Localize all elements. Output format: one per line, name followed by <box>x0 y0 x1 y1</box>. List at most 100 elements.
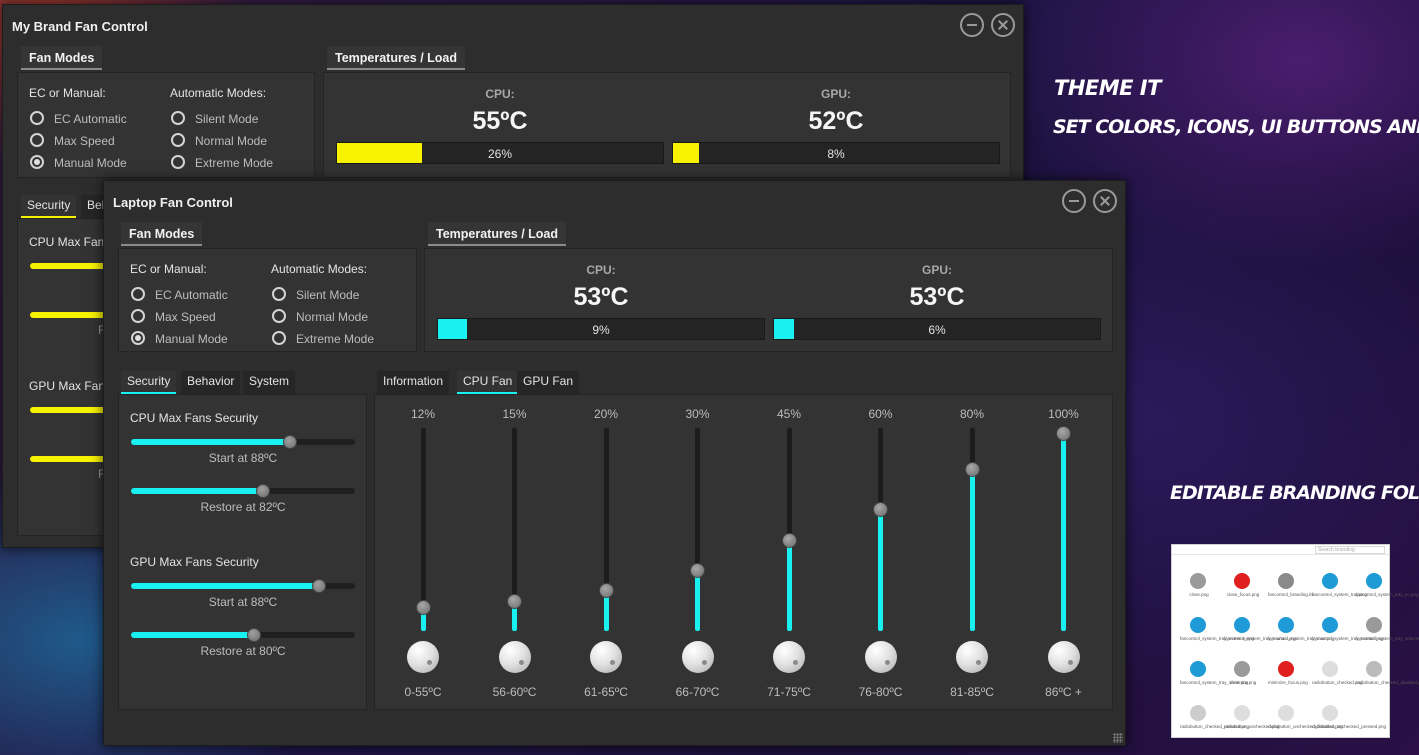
back-minimize-button[interactable] <box>960 13 984 37</box>
front-cpu-security-label: CPU Max Fans Security <box>130 411 259 425</box>
back-radio-ec-1[interactable] <box>30 133 44 147</box>
front-gpu-start-knob[interactable] <box>312 579 326 593</box>
fan-point-slider-3[interactable] <box>690 428 705 631</box>
front-cpu-restore-knob[interactable] <box>256 484 270 498</box>
fan-point-slider-1[interactable] <box>507 428 522 631</box>
fan-point-dial-0[interactable] <box>407 641 439 673</box>
fan-point-slider-6[interactable] <box>964 428 980 631</box>
file-name-12[interactable]: minimize_focus.png <box>1268 680 1308 685</box>
back-radio-auto-2[interactable] <box>171 155 185 169</box>
max-badge-icon <box>1278 617 1294 633</box>
front-radio-ec-1[interactable] <box>131 309 145 323</box>
front-radio-auto-label-0: Silent Mode <box>296 288 360 302</box>
file-name-3[interactable]: fancontrol_system_tray.png <box>1312 592 1367 597</box>
front-radio-ec-2[interactable] <box>131 331 145 345</box>
file-name-7[interactable]: fancontrol_system_tray_max.png <box>1268 636 1334 641</box>
front-titlebar[interactable]: Laptop Fan Control <box>104 181 1125 217</box>
file-name-0[interactable]: close.png <box>1180 592 1218 597</box>
fan-point-knob-4[interactable] <box>781 533 797 548</box>
fan-point-dial-7[interactable] <box>1047 641 1080 673</box>
back-radio-ec-0[interactable] <box>30 111 44 125</box>
front-radio-auto-2[interactable] <box>272 331 286 345</box>
fan-point-dial-1[interactable] <box>498 641 531 673</box>
front-cpu-restore-slider[interactable] <box>131 484 355 498</box>
front-radio-auto-1[interactable] <box>272 309 286 323</box>
front-tab-information[interactable]: Information <box>377 371 450 394</box>
file-name-4[interactable]: fancontrol_system_tray_ec.png <box>1356 592 1419 597</box>
file-name-8[interactable]: fancontrol_system_tray_normal.png <box>1312 636 1384 641</box>
front-minimize-button[interactable] <box>1062 189 1086 213</box>
back-close-button[interactable] <box>991 13 1015 37</box>
fan-point-fill-3 <box>695 570 700 631</box>
front-gpu-restore-knob[interactable] <box>247 628 261 642</box>
fan-point-knob-7[interactable] <box>1056 426 1071 441</box>
front-tab-security[interactable]: Security <box>121 371 177 394</box>
file-name-2[interactable]: fancontrol_branding.ini <box>1268 592 1314 597</box>
front-tab-gpu-fan[interactable]: GPU Fan <box>517 371 580 394</box>
fan-point-knob-5[interactable] <box>873 502 888 517</box>
fan-point-percent-6: 80% <box>959 407 985 421</box>
front-cpu-restore-fill <box>131 488 263 494</box>
front-radio-auto-0[interactable] <box>272 287 286 301</box>
file-name-14[interactable]: radiobutton_checked_disabled.png <box>1356 680 1419 685</box>
fan-point-dial-2[interactable] <box>590 641 622 673</box>
file-name-16[interactable]: radiobutton_unchecked.png <box>1224 724 1280 729</box>
fan-point-fill-5 <box>878 509 883 631</box>
back-gpu-temp: 52ºC <box>808 107 864 135</box>
fan-point-dial-3[interactable] <box>681 641 714 673</box>
fan-point-percent-3: 30% <box>685 407 710 421</box>
front-cpu-start-slider[interactable] <box>131 435 355 449</box>
file-name-1[interactable]: close_focus.png <box>1224 592 1262 597</box>
front-tab-behavior[interactable]: Behavior <box>181 371 241 394</box>
file-name-15[interactable]: radiobutton_checked_pressed.png <box>1180 724 1249 729</box>
file-name-17[interactable]: radiobutton_unchecked_disabled.png <box>1268 724 1343 729</box>
front-cpu-start-knob[interactable] <box>283 435 297 449</box>
fan-point-dial-6[interactable] <box>956 641 988 673</box>
fan-point-dial-5[interactable] <box>864 641 897 673</box>
fan-point-knob-3[interactable] <box>690 563 705 578</box>
fan-point-slider-4[interactable] <box>781 428 797 631</box>
file-name-18[interactable]: radiobutton_unchecked_pressed.png <box>1312 724 1386 729</box>
fan-point-slider-0[interactable] <box>415 428 431 631</box>
radio-dot-icon <box>1190 705 1206 721</box>
back-gpu-load-bar: 8% <box>672 142 1000 164</box>
explorer-search-input[interactable]: Search branding <box>1315 546 1385 554</box>
file-name-13[interactable]: radiobutton_checked.png <box>1312 680 1363 685</box>
fan-point-knob-2[interactable] <box>598 583 614 598</box>
fan-point-knob-1[interactable] <box>507 594 522 609</box>
front-gpu-load-text: 6% <box>928 323 946 337</box>
front-cpu-fan-panel: 12% 0-55ºC 15% 56-60ºC 20% 61-65ºC 30% 66-70ºC 4… <box>374 394 1113 710</box>
back-cpu-security-label: CPU Max Fans <box>29 235 111 249</box>
fan-point-range-5: 76-80ºC <box>858 685 903 699</box>
back-tab-security[interactable]: Security <box>21 195 77 218</box>
fan-point-slider-2[interactable] <box>598 428 614 631</box>
front-close-button[interactable] <box>1093 189 1117 213</box>
file-name-10[interactable]: fancontrol_system_tray_silent.png <box>1180 680 1248 685</box>
front-radio-ec-0[interactable] <box>131 287 145 301</box>
settings-file-icon <box>1278 573 1294 589</box>
fan-point-knob-0[interactable] <box>415 600 431 615</box>
file-name-6[interactable]: fancontrol_system_tray_manual.png <box>1224 636 1297 641</box>
file-name-5[interactable]: fancontrol_system_tray_extreme.png <box>1180 636 1254 641</box>
promo-theme-it: THEME IT <box>1054 76 1161 100</box>
fan-point-dial-4[interactable] <box>773 641 805 673</box>
back-radio-auto-1[interactable] <box>171 133 185 147</box>
front-tab-cpu-fan[interactable]: CPU Fan <box>457 371 519 394</box>
front-window-title: Laptop Fan Control <box>113 195 233 210</box>
resize-grip[interactable] <box>1113 733 1123 743</box>
explorer-toolbar: Search branding <box>1172 545 1389 555</box>
fan-point-fill-4 <box>786 540 792 631</box>
promo-branding-folder: EDITABLE BRANDING FOLDER <box>1170 482 1419 504</box>
fan-point-slider-5[interactable] <box>873 428 888 631</box>
file-name-9[interactable]: fancontrol_system_tray_selected.png <box>1356 636 1419 641</box>
fan-point-slider-7[interactable] <box>1056 426 1071 631</box>
file-name-11[interactable]: minimize.png <box>1224 680 1262 685</box>
back-titlebar[interactable]: My Brand Fan Control <box>3 5 1023 41</box>
back-radio-auto-0[interactable] <box>171 111 185 125</box>
s-badge-icon <box>1190 661 1206 677</box>
front-gpu-restore-slider[interactable] <box>131 628 355 642</box>
back-radio-ec-2[interactable] <box>30 155 44 169</box>
front-tab-system[interactable]: System <box>243 371 296 394</box>
front-gpu-start-slider[interactable] <box>131 579 355 593</box>
fan-point-knob-6[interactable] <box>964 462 980 477</box>
